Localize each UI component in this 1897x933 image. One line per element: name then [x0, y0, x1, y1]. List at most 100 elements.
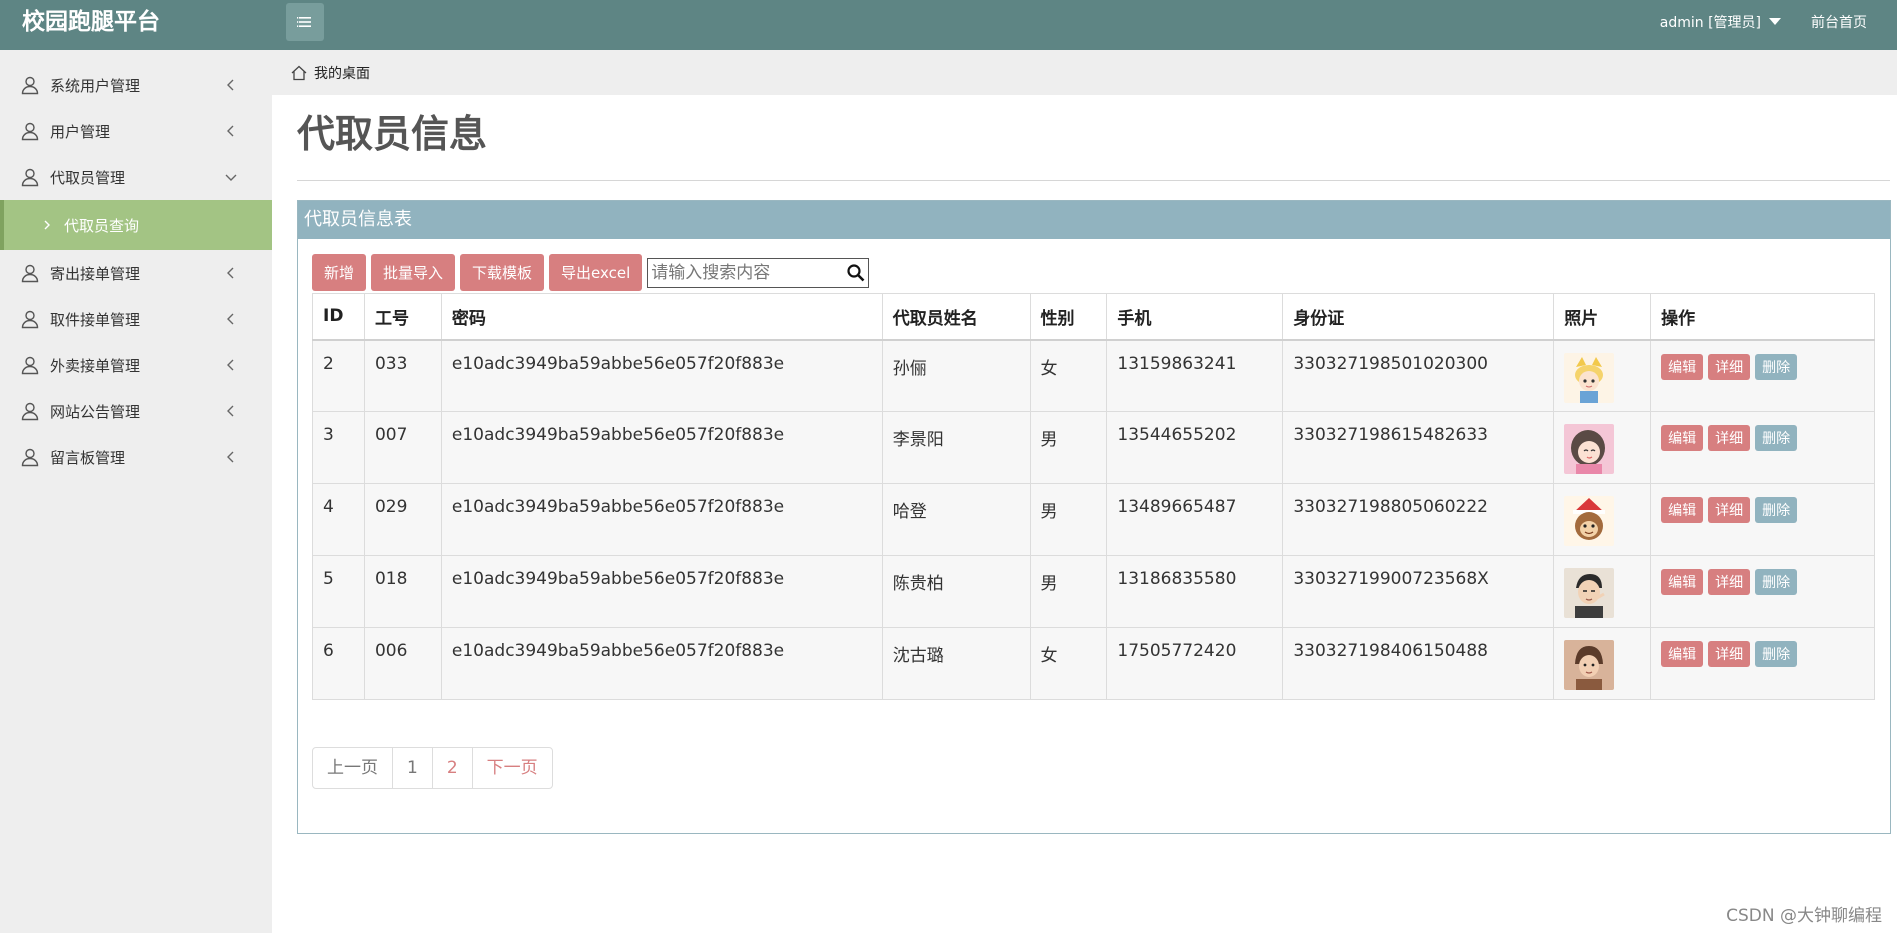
cell-gender: 男	[1029, 483, 1108, 556]
cell-no: 018	[363, 555, 442, 628]
export-excel-button[interactable]: 导出excel	[549, 254, 643, 291]
cell-actions: 编辑 详细 删除	[1650, 555, 1875, 628]
detail-button[interactable]: 详细	[1708, 569, 1751, 595]
toolbar: 新增 批量导入 下载模板 导出excel	[312, 254, 870, 291]
divider	[297, 180, 1890, 181]
cell-name: 哈登	[881, 483, 1031, 556]
page-1-button[interactable]: 1	[393, 748, 433, 788]
sidebar-item-label: 寄出接单管理	[50, 264, 141, 283]
edit-button[interactable]: 编辑	[1661, 497, 1704, 523]
table-row: 4 029 e10adc3949ba59abbe56e057f20f883e 哈…	[312, 483, 1875, 556]
search-input[interactable]	[648, 258, 869, 287]
cell-phone: 13489665487	[1106, 483, 1284, 556]
bulk-import-button[interactable]: 批量导入	[371, 254, 456, 291]
cell-name: 孙俪	[881, 339, 1031, 412]
detail-button[interactable]: 详细	[1708, 497, 1751, 523]
column-header-phone[interactable]: 手机	[1106, 293, 1284, 341]
cell-gender: 女	[1029, 627, 1108, 700]
user-icon	[21, 356, 39, 375]
cell-id: 4	[312, 483, 365, 556]
search-icon[interactable]	[846, 263, 866, 283]
user-icon	[21, 264, 39, 283]
edit-button[interactable]: 编辑	[1661, 353, 1704, 380]
chevron-down-icon	[225, 174, 237, 181]
sidebar-item-system-users[interactable]: 系统用户管理	[0, 62, 272, 108]
user-icon	[21, 76, 39, 95]
chevron-left-icon	[227, 125, 234, 137]
chevron-right-icon	[44, 220, 50, 230]
menu-toggle-button[interactable]	[286, 3, 324, 41]
cell-gender: 男	[1029, 555, 1108, 628]
detail-button[interactable]: 详细	[1708, 641, 1751, 667]
add-button[interactable]: 新增	[312, 254, 367, 291]
column-header-id[interactable]: ID	[312, 293, 365, 341]
detail-button[interactable]: 详细	[1708, 353, 1751, 380]
pagination: 上一页 1 2 下一页	[312, 747, 553, 789]
column-header-no[interactable]: 工号	[363, 293, 442, 341]
column-header-gender[interactable]: 性别	[1029, 293, 1108, 341]
home-icon	[291, 65, 307, 80]
cell-password: e10adc3949ba59abbe56e057f20f883e	[440, 339, 883, 412]
cell-id: 3	[312, 411, 365, 484]
sidebar: 系统用户管理 用户管理 代取员管理 代取员查询 寄出接单管理 取件接单管理 外卖…	[0, 50, 272, 933]
table-header-row: ID 工号 密码 代取员姓名 性别 手机 身份证 照片 操作	[312, 293, 1875, 341]
delete-button[interactable]: 删除	[1755, 497, 1798, 523]
courier-panel: 代取员信息表 新增 批量导入 下载模板 导出excel ID 工号 密码 代取	[297, 200, 1891, 834]
prev-page-button[interactable]: 上一页	[313, 748, 393, 788]
sidebar-item-couriers[interactable]: 代取员管理	[0, 154, 272, 200]
sidebar-item-label: 外卖接单管理	[50, 356, 141, 375]
sidebar-item-announcements[interactable]: 网站公告管理	[0, 388, 272, 434]
cell-actions: 编辑 详细 删除	[1650, 411, 1875, 484]
edit-button[interactable]: 编辑	[1661, 425, 1704, 451]
avatar[interactable]	[1564, 352, 1615, 403]
delete-button[interactable]: 删除	[1755, 569, 1798, 595]
cell-actions: 编辑 详细 删除	[1650, 627, 1875, 700]
sidebar-item-pickup-orders[interactable]: 取件接单管理	[0, 296, 272, 342]
sidebar-item-takeout-orders[interactable]: 外卖接单管理	[0, 342, 272, 388]
sidebar-item-label: 取件接单管理	[50, 310, 141, 329]
cell-phone: 17505772420	[1106, 627, 1284, 700]
cell-phone: 13186835580	[1106, 555, 1284, 628]
watermark: CSDN @大钟聊编程	[1726, 906, 1882, 926]
cell-phone: 13159863241	[1106, 339, 1284, 412]
download-template-button[interactable]: 下载模板	[460, 254, 545, 291]
chevron-left-icon	[227, 405, 234, 417]
column-header-idcard[interactable]: 身份证	[1282, 293, 1555, 341]
search-box	[647, 257, 870, 288]
cell-password: e10adc3949ba59abbe56e057f20f883e	[440, 483, 883, 556]
user-menu[interactable]: admin [管理员]	[1660, 12, 1781, 32]
page-2-button[interactable]: 2	[433, 748, 473, 788]
column-header-name[interactable]: 代取员姓名	[881, 293, 1031, 341]
user-icon	[21, 122, 39, 141]
delete-button[interactable]: 删除	[1755, 353, 1798, 380]
chevron-left-icon	[227, 267, 234, 279]
column-header-photo: 照片	[1553, 293, 1652, 341]
sidebar-item-users[interactable]: 用户管理	[0, 108, 272, 154]
sidebar-item-label: 代取员管理	[50, 168, 126, 187]
avatar[interactable]	[1564, 424, 1615, 474]
detail-button[interactable]: 详细	[1708, 425, 1751, 451]
delete-button[interactable]: 删除	[1755, 641, 1798, 667]
next-page-button[interactable]: 下一页	[473, 748, 552, 788]
chevron-left-icon	[227, 79, 234, 91]
cell-idcard: 330327198615482633	[1282, 411, 1555, 484]
cell-name: 陈贵柏	[881, 555, 1031, 628]
column-header-actions: 操作	[1650, 293, 1875, 341]
sidebar-subitem-courier-query[interactable]: 代取员查询	[0, 200, 272, 250]
column-header-password[interactable]: 密码	[440, 293, 883, 341]
edit-button[interactable]: 编辑	[1661, 641, 1704, 667]
front-home-link[interactable]: 前台首页	[1811, 12, 1867, 32]
delete-button[interactable]: 删除	[1755, 425, 1798, 451]
sidebar-item-send-orders[interactable]: 寄出接单管理	[0, 250, 272, 296]
cell-actions: 编辑 详细 删除	[1650, 339, 1875, 412]
avatar[interactable]	[1564, 568, 1615, 618]
table-row: 6 006 e10adc3949ba59abbe56e057f20f883e 沈…	[312, 627, 1875, 700]
cell-no: 029	[363, 483, 442, 556]
breadcrumb-home-link[interactable]: 我的桌面	[314, 63, 370, 83]
avatar[interactable]	[1564, 496, 1615, 546]
edit-button[interactable]: 编辑	[1661, 569, 1704, 595]
sidebar-item-message-board[interactable]: 留言板管理	[0, 434, 272, 480]
avatar[interactable]	[1564, 640, 1615, 690]
user-icon	[21, 168, 39, 187]
app-title: 校园跑腿平台	[22, 9, 160, 35]
